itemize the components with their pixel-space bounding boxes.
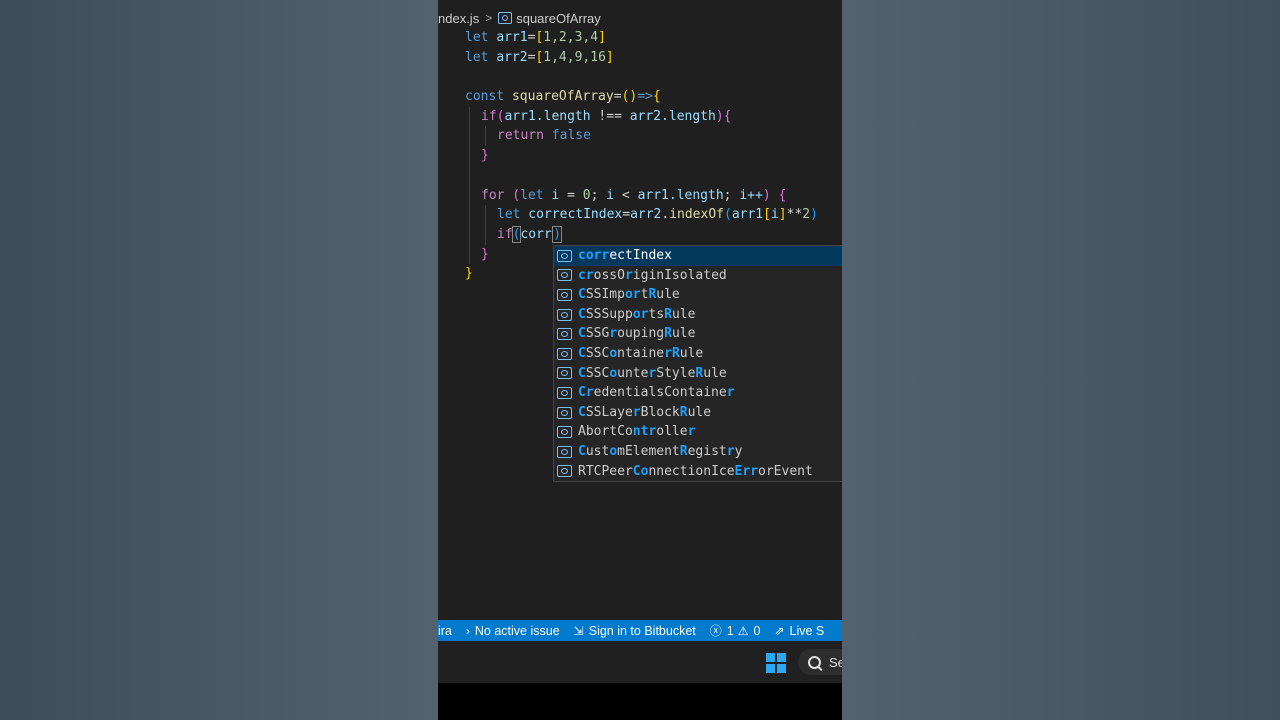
suggestion-label: CSSImportRule: [578, 287, 680, 303]
suggestion-item[interactable]: CustomElementRegistry: [554, 442, 842, 462]
code-line-1: let arr1=[1,2,3,4]: [465, 30, 606, 45]
suggestion-item[interactable]: crossOriginIsolated: [554, 266, 842, 286]
letterbox-bottom: [438, 683, 842, 720]
warning-icon: ⚠: [737, 623, 749, 638]
taskbar: Se: [438, 641, 842, 683]
suggestion-label: CSSSupportsRule: [578, 306, 696, 322]
suggestion-item[interactable]: CredentialsContainer: [554, 383, 842, 403]
suggestion-label: CustomElementRegistry: [578, 443, 743, 459]
variable-icon: [557, 367, 572, 380]
breadcrumb-symbol[interactable]: squareOfArray: [516, 11, 601, 26]
suggestion-label: crossOriginIsolated: [578, 267, 727, 283]
video-blur-left: [0, 0, 438, 720]
suggestion-label: CSSCounterStyleRule: [578, 365, 727, 381]
breadcrumb: ndex.js > squareOfArray: [438, 8, 601, 28]
suggestion-item[interactable]: RTCPeerConnectionIceErrorEvent: [554, 462, 842, 482]
suggestion-item[interactable]: correctIndex: [554, 246, 842, 266]
error-icon: ⓧ: [709, 624, 722, 638]
autocomplete-suggestions[interactable]: correctIndex crossOriginIsolated CSSImport…: [553, 245, 842, 483]
status-bar: ira › No active issue ⇲ Sign in to Bitbuck…: [438, 620, 842, 641]
chevron-right-icon: ›: [465, 623, 470, 638]
chevron-right-icon: >: [485, 11, 493, 25]
code-line-5: if(arr1.length !== arr2.length){: [438, 106, 842, 127]
video-blur-right: [842, 0, 1280, 720]
suggestion-item[interactable]: CSSContainerRule: [554, 344, 842, 364]
variable-icon: [557, 269, 572, 282]
jira-status[interactable]: ira: [438, 624, 452, 638]
suggestion-item[interactable]: CSSLayerBlockRule: [554, 403, 842, 423]
suggestion-label: CSSLayerBlockRule: [578, 404, 712, 420]
code-line-9: for (let i = 0; i < arr1.length; i++) {: [438, 185, 842, 206]
suggestion-label: AbortController: [578, 424, 696, 440]
code-line-4: const squareOfArray=()=>{: [465, 89, 661, 105]
variable-icon: [557, 426, 572, 439]
bitbucket-sign-in[interactable]: ⇲ Sign in to Bitbucket: [574, 624, 696, 638]
variable-icon: [557, 308, 572, 321]
variable-icon: [557, 445, 572, 458]
windows-start-icon[interactable]: [766, 653, 786, 673]
active-issue-status[interactable]: › No active issue: [466, 624, 560, 638]
taskbar-search[interactable]: Se: [798, 649, 842, 675]
variable-icon: [557, 288, 572, 301]
sign-in-icon: ⇲: [573, 623, 584, 638]
suggestion-item[interactable]: CSSImportRule: [554, 285, 842, 305]
suggestion-label: correctIndex: [578, 248, 672, 263]
variable-icon: [557, 406, 572, 419]
code-line-11: if(corr): [438, 224, 842, 245]
code-line-2: let arr2=[1,4,9,16]: [465, 49, 614, 65]
code-line-8: [438, 165, 842, 186]
variable-icon: [557, 347, 572, 360]
suggestion-item[interactable]: CSSGroupingRule: [554, 324, 842, 344]
search-icon: [808, 655, 821, 669]
variable-icon: [557, 465, 572, 478]
editor-window: ndex.js > squareOfArray let arr1=[1,2,3,…: [438, 0, 842, 720]
variable-icon: [498, 12, 513, 24]
code-line-7: }: [438, 146, 842, 166]
suggestion-label: CSSContainerRule: [578, 345, 704, 361]
suggestion-label: RTCPeerConnectionIceErrorEvent: [578, 463, 813, 479]
problems-status[interactable]: ⓧ 1 ⚠ 0: [710, 622, 761, 639]
live-share-status[interactable]: ⇗ Live S: [774, 624, 824, 638]
code-line-6: return false: [438, 126, 842, 147]
suggestion-label: CSSGroupingRule: [578, 326, 696, 342]
suggestion-label: CredentialsContainer: [578, 385, 735, 401]
variable-icon: [557, 249, 572, 262]
variable-icon: [557, 386, 572, 399]
code-line-10: let correctIndex=arr2.indexOf(arr1[i]**2…: [438, 205, 842, 225]
breadcrumb-file[interactable]: ndex.js: [438, 11, 479, 26]
variable-icon: [557, 328, 572, 341]
suggestion-item[interactable]: CSSSupportsRule: [554, 305, 842, 325]
suggestion-item[interactable]: CSSCounterStyleRule: [554, 364, 842, 384]
live-share-icon: ⇗: [774, 623, 785, 638]
suggestion-item[interactable]: AbortController: [554, 422, 842, 442]
